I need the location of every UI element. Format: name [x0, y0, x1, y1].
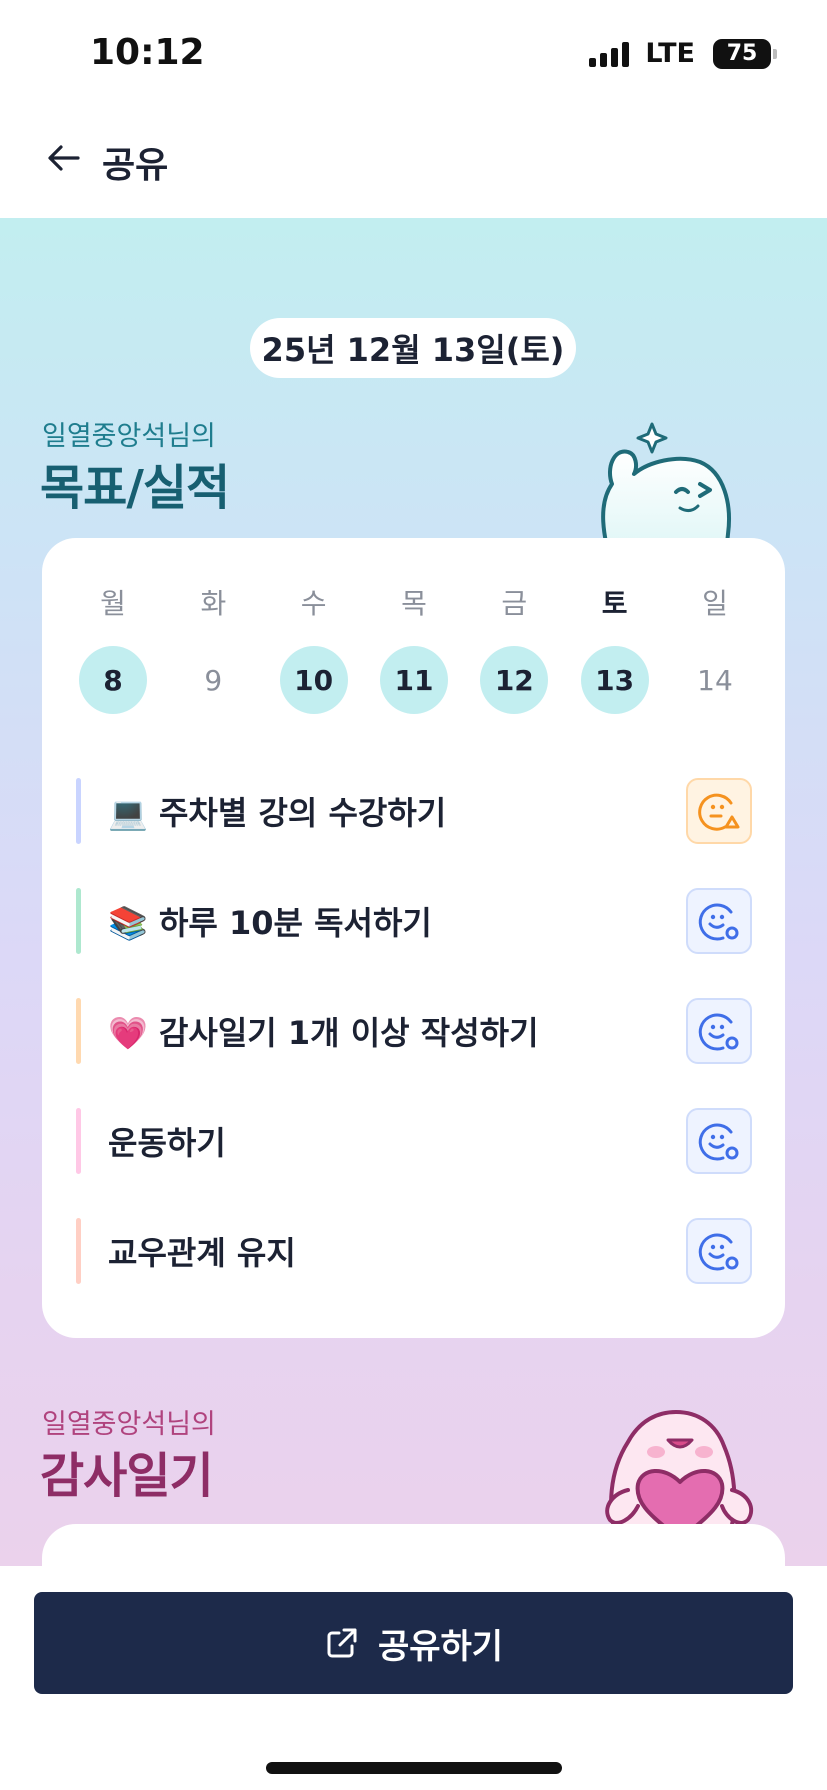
weekday-label: 수 [300, 587, 327, 620]
day-number: 10 [279, 646, 348, 714]
goal-status-partial-icon[interactable] [686, 778, 752, 844]
battery-level: 75 [726, 41, 758, 66]
gratitude-card [42, 1524, 785, 1568]
goal-color-bar [76, 1218, 81, 1284]
week-day-sat[interactable]: 토 13 [580, 584, 650, 714]
goal-text: 💻 주차별 강의 수강하기 [108, 794, 447, 832]
goal-text: 💗 감사일기 1개 이상 작성하기 [108, 1014, 539, 1052]
mascot-heart-icon [605, 1410, 754, 1540]
share-button[interactable]: 공유하기 [34, 1592, 793, 1694]
goal-list: 💻 주차별 강의 수강하기 📚 하루 10분 독서하기 💗 감사일기 1개 이상… [76, 756, 752, 1306]
goal-status-complete-icon[interactable] [686, 998, 752, 1064]
week-day-thu[interactable]: 목 11 [379, 584, 449, 714]
signal-icon [589, 41, 630, 67]
network-type: LTE [645, 38, 695, 69]
back-button[interactable] [34, 128, 94, 188]
status-indicators: LTE 75 [589, 38, 777, 69]
goal-text: 운동하기 [108, 1124, 226, 1162]
status-bar: 10:12 LTE 75 [0, 0, 827, 100]
weekday-label: 화 [200, 587, 227, 620]
battery-icon: 75 [713, 38, 777, 69]
goal-color-bar [76, 778, 81, 844]
face-circle-icon [698, 1123, 739, 1161]
goal-status-complete-icon[interactable] [686, 888, 752, 954]
arrow-left-icon [48, 145, 80, 171]
weekday-label: 금 [501, 587, 528, 620]
weekday-label: 목 [401, 587, 427, 620]
goal-text: 📚 하루 10분 독서하기 [108, 904, 432, 942]
week-day-fri[interactable]: 금 12 [479, 584, 549, 714]
weekday-label: 토 [601, 587, 628, 620]
goal-item[interactable]: 교우관계 유지 [76, 1196, 752, 1306]
face-triangle-icon [698, 793, 740, 831]
weekday-label: 일 [702, 587, 728, 620]
gratitude-heading: 감사일기 [40, 1448, 214, 1504]
goals-heading: 목표/실적 [40, 460, 230, 516]
weekday-label: 월 [100, 587, 126, 620]
day-number: 13 [580, 646, 649, 714]
day-number: 9 [204, 663, 223, 697]
goal-color-bar [76, 1108, 81, 1174]
week-day-wed[interactable]: 수 10 [279, 584, 349, 714]
goals-card: 월 8 화 9 수 10 목 11 금 12 토 13 일 14 💻 주차별 강… [42, 538, 785, 1338]
share-preview[interactable]: 25년 12월 13일(토) 일열중앙석님의 목표/실적 월 8 화 9 수 1… [0, 218, 827, 1568]
goal-color-bar [76, 888, 81, 954]
week-calendar: 월 8 화 9 수 10 목 11 금 12 토 13 일 14 [78, 584, 750, 714]
status-time: 10:12 [90, 32, 205, 73]
external-link-icon [327, 1628, 357, 1658]
goal-item[interactable]: 📚 하루 10분 독서하기 [76, 866, 752, 976]
week-day-sun[interactable]: 일 14 [680, 584, 750, 714]
share-button-label: 공유하기 [377, 1626, 504, 1667]
week-day-tue[interactable]: 화 9 [178, 584, 248, 714]
goal-item[interactable]: 운동하기 [76, 1086, 752, 1196]
face-circle-icon [698, 1233, 739, 1271]
date-label: 25년 12월 13일(토) [250, 318, 576, 378]
day-number: 11 [379, 646, 448, 714]
day-number: 14 [697, 663, 733, 697]
face-circle-icon [698, 1013, 739, 1051]
day-number: 12 [480, 646, 549, 714]
goal-status-complete-icon[interactable] [686, 1108, 752, 1174]
bottom-bar: 공유하기 [0, 1566, 827, 1790]
goal-status-complete-icon[interactable] [686, 1218, 752, 1284]
goal-item[interactable]: 💻 주차별 강의 수강하기 [76, 756, 752, 866]
page-title: 공유 [102, 145, 169, 186]
face-circle-icon [698, 903, 739, 941]
day-number: 8 [79, 646, 147, 714]
home-indicator [266, 1762, 562, 1774]
nav-bar: 공유 [0, 100, 827, 218]
goal-text: 교우관계 유지 [108, 1234, 296, 1272]
week-day-mon[interactable]: 월 8 [78, 584, 148, 714]
goal-item[interactable]: 💗 감사일기 1개 이상 작성하기 [76, 976, 752, 1086]
goal-color-bar [76, 998, 81, 1064]
